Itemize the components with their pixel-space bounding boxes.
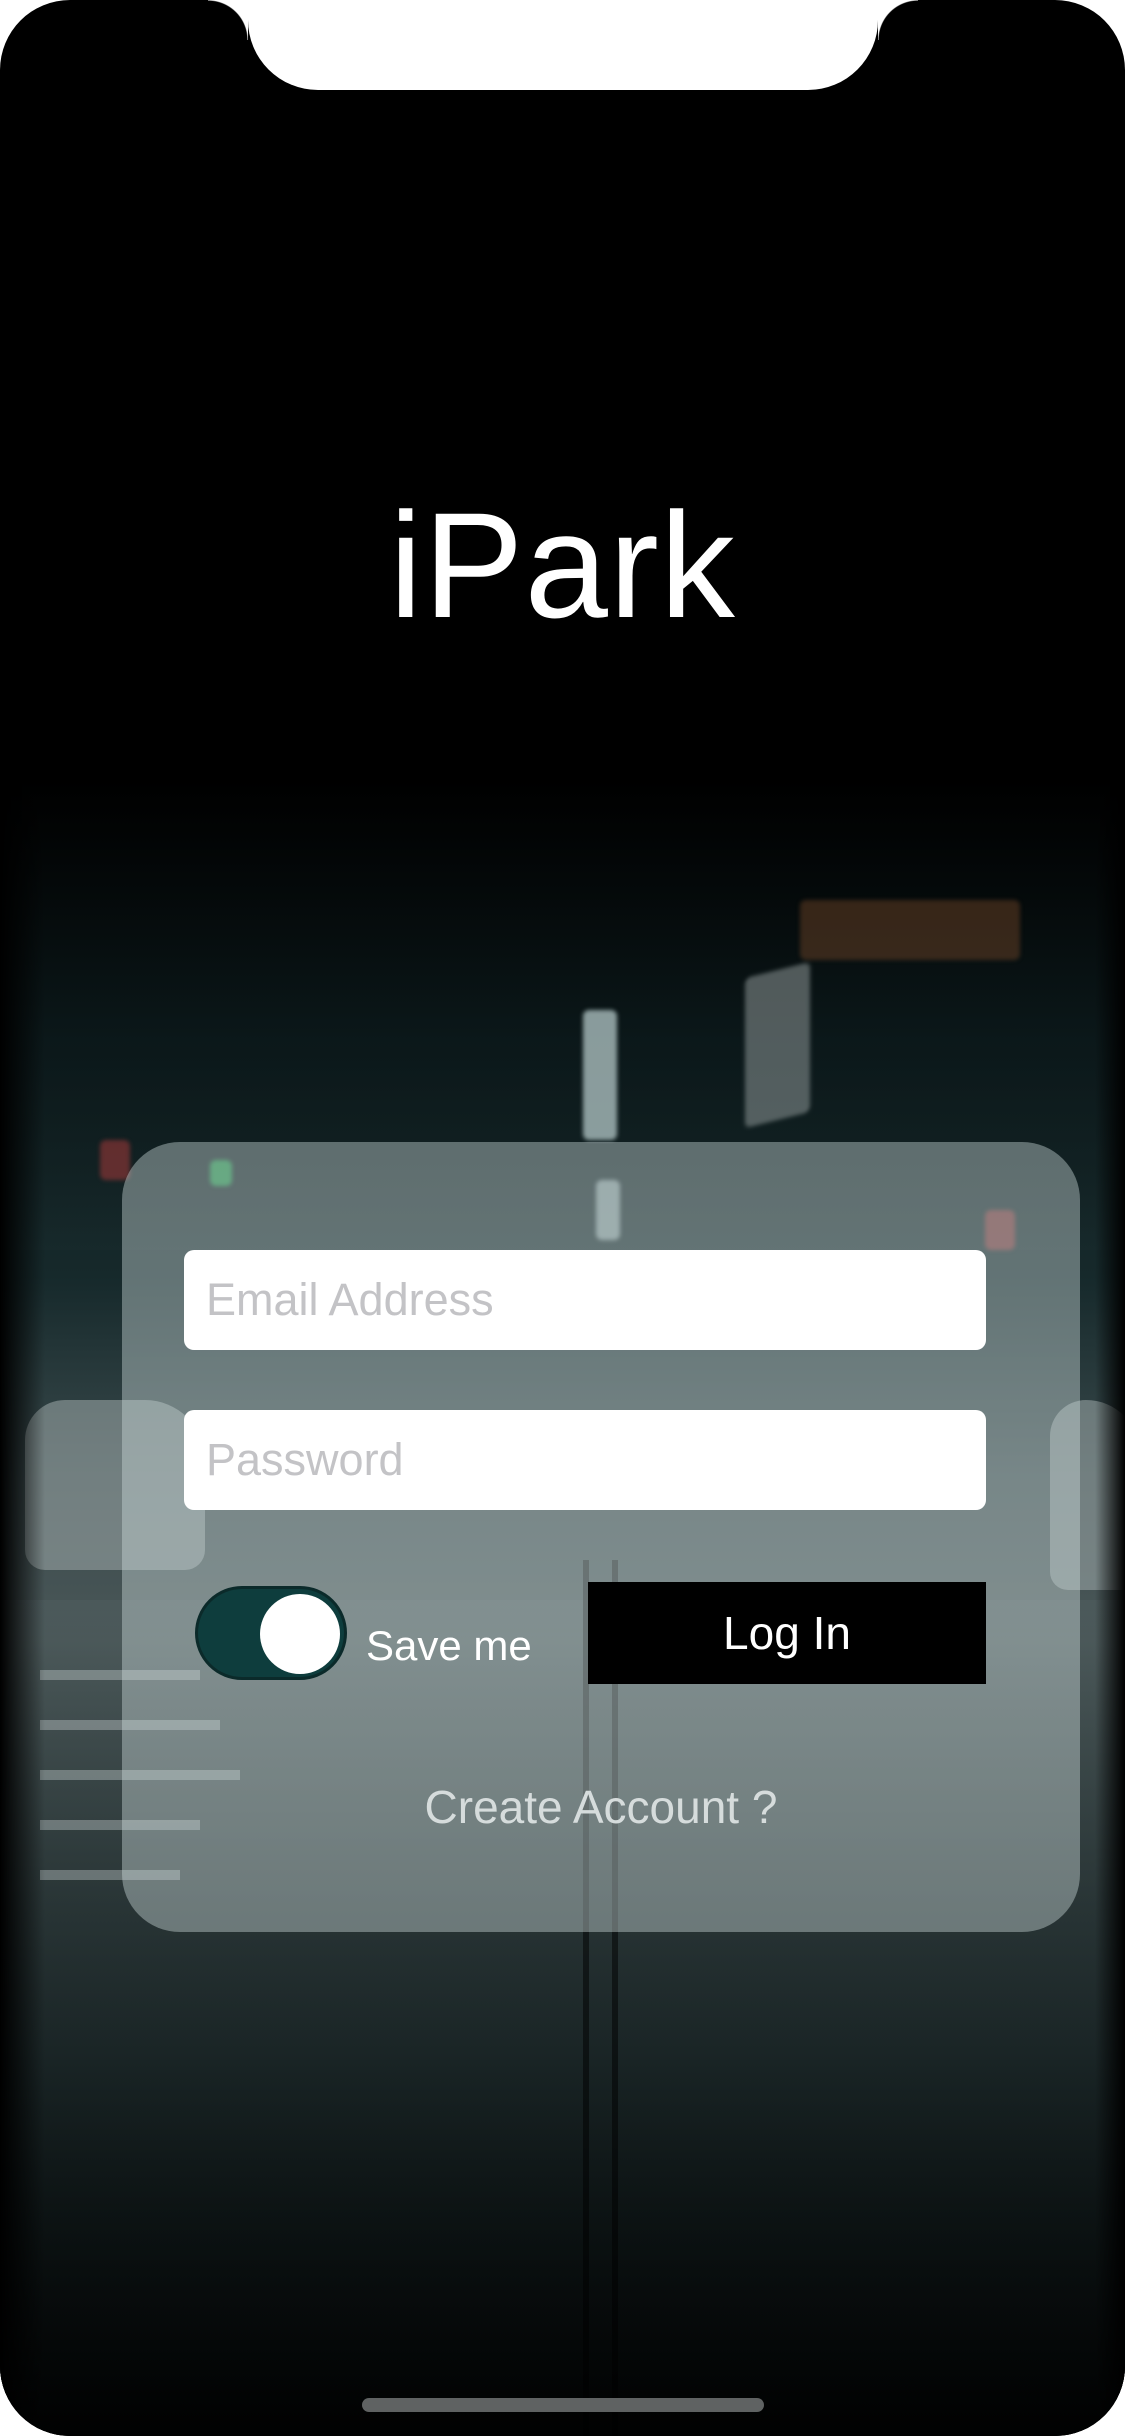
login-button[interactable]: Log In [588,1582,986,1684]
ceiling-light [800,900,1020,960]
sign-board [745,961,810,1129]
background-shade [0,780,45,2436]
password-field[interactable] [184,1410,986,1510]
device-notch [208,0,918,90]
ceiling-light [583,1010,617,1140]
toggle-knob [260,1594,340,1674]
save-me-toggle[interactable] [195,1586,347,1680]
background-shade [1095,780,1125,2436]
login-card: Save me Log In Create Account ? [122,1142,1080,1932]
email-field[interactable] [184,1250,986,1350]
home-indicator[interactable] [362,2398,764,2412]
phone-screen: iPark Save me Log In Create Account ? [0,0,1125,2436]
ceiling-light [100,1140,130,1180]
app-title: iPark [389,481,736,649]
save-me-label: Save me [366,1622,532,1669]
create-account-link[interactable]: Create Account ? [122,1780,1080,1834]
